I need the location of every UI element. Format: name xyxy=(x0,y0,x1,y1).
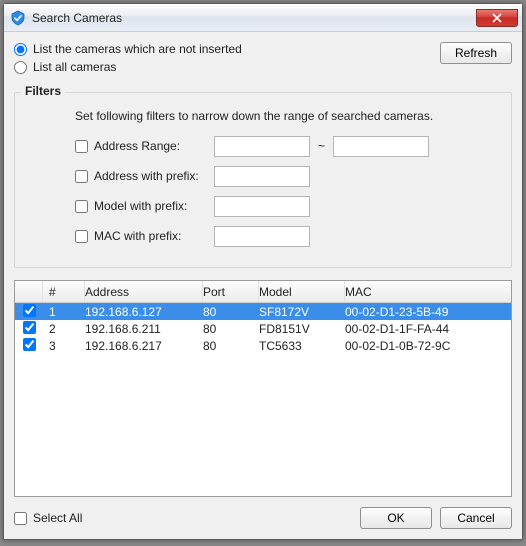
select-all-label: Select All xyxy=(33,511,82,525)
filters-description: Set following filters to narrow down the… xyxy=(75,109,499,123)
filters-title: Filters xyxy=(21,84,65,98)
ok-button[interactable]: OK xyxy=(360,507,432,529)
row-model: SF8172V xyxy=(259,305,345,319)
titlebar: Search Cameras xyxy=(4,4,522,32)
dialog-window: Search Cameras List the cameras which ar… xyxy=(3,3,523,540)
close-button[interactable] xyxy=(476,9,518,27)
row-checkbox[interactable] xyxy=(23,338,36,351)
grid-body: 1192.168.6.12780SF8172V00-02-D1-23-5B-49… xyxy=(15,303,511,496)
dialog-footer: Select All OK Cancel xyxy=(14,505,512,531)
dialog-content: List the cameras which are not inserted … xyxy=(4,32,522,539)
range-separator: ~ xyxy=(318,139,325,153)
camera-grid: # Address Port Model MAC 1192.168.6.1278… xyxy=(14,280,512,497)
app-icon xyxy=(10,10,26,26)
row-checkbox-cell xyxy=(15,304,43,320)
radio-not-inserted[interactable]: List the cameras which are not inserted xyxy=(14,42,440,56)
mac-prefix-label: MAC with prefix: xyxy=(94,229,214,243)
address-range-to-input[interactable] xyxy=(333,136,429,157)
filters-group: Filters Set following filters to narrow … xyxy=(14,92,512,268)
radio-all-input[interactable] xyxy=(14,61,27,74)
mac-prefix-input[interactable] xyxy=(214,226,310,247)
row-index: 3 xyxy=(43,339,85,353)
row-checkbox-cell xyxy=(15,338,43,354)
header-index[interactable]: # xyxy=(43,281,85,302)
header-address[interactable]: Address xyxy=(85,281,203,302)
mac-prefix-checkbox[interactable] xyxy=(75,230,88,243)
row-index: 1 xyxy=(43,305,85,319)
table-row[interactable]: 2192.168.6.21180FD8151V00-02-D1-1F-FA-44 xyxy=(15,320,511,337)
address-range-label: Address Range: xyxy=(94,139,214,153)
filter-model-prefix: Model with prefix: xyxy=(75,193,499,219)
address-prefix-checkbox[interactable] xyxy=(75,170,88,183)
header-checkbox-col xyxy=(15,281,43,302)
address-range-from-input[interactable] xyxy=(214,136,310,157)
address-prefix-label: Address with prefix: xyxy=(94,169,214,183)
row-address: 192.168.6.127 xyxy=(85,305,203,319)
radio-not-inserted-input[interactable] xyxy=(14,43,27,56)
model-prefix-checkbox[interactable] xyxy=(75,200,88,213)
model-prefix-label: Model with prefix: xyxy=(94,199,214,213)
close-icon xyxy=(492,13,502,23)
header-mac[interactable]: MAC xyxy=(345,281,511,302)
row-checkbox[interactable] xyxy=(23,321,36,334)
refresh-button[interactable]: Refresh xyxy=(440,42,512,64)
table-row[interactable]: 3192.168.6.21780TC563300-02-D1-0B-72-9C xyxy=(15,337,511,354)
filter-address-prefix: Address with prefix: xyxy=(75,163,499,189)
filter-address-range: Address Range: ~ xyxy=(75,133,499,159)
row-index: 2 xyxy=(43,322,85,336)
address-prefix-input[interactable] xyxy=(214,166,310,187)
row-port: 80 xyxy=(203,305,259,319)
row-address: 192.168.6.211 xyxy=(85,322,203,336)
grid-header: # Address Port Model MAC xyxy=(15,281,511,303)
filter-mac-prefix: MAC with prefix: xyxy=(75,223,499,249)
top-row: List the cameras which are not inserted … xyxy=(14,42,512,78)
radio-not-inserted-label: List the cameras which are not inserted xyxy=(33,42,242,56)
row-address: 192.168.6.217 xyxy=(85,339,203,353)
select-all-checkbox[interactable] xyxy=(14,512,27,525)
row-model: FD8151V xyxy=(259,322,345,336)
row-checkbox-cell xyxy=(15,321,43,337)
row-model: TC5633 xyxy=(259,339,345,353)
header-model[interactable]: Model xyxy=(259,281,345,302)
model-prefix-input[interactable] xyxy=(214,196,310,217)
radio-all[interactable]: List all cameras xyxy=(14,60,440,74)
list-mode-group: List the cameras which are not inserted … xyxy=(14,42,440,78)
row-port: 80 xyxy=(203,322,259,336)
cancel-button[interactable]: Cancel xyxy=(440,507,512,529)
row-mac: 00-02-D1-0B-72-9C xyxy=(345,339,511,353)
table-row[interactable]: 1192.168.6.12780SF8172V00-02-D1-23-5B-49 xyxy=(15,303,511,320)
row-port: 80 xyxy=(203,339,259,353)
radio-all-label: List all cameras xyxy=(33,60,116,74)
row-mac: 00-02-D1-1F-FA-44 xyxy=(345,322,511,336)
row-checkbox[interactable] xyxy=(23,304,36,317)
header-port[interactable]: Port xyxy=(203,281,259,302)
select-all[interactable]: Select All xyxy=(14,511,82,525)
window-title: Search Cameras xyxy=(32,11,476,25)
row-mac: 00-02-D1-23-5B-49 xyxy=(345,305,511,319)
address-range-checkbox[interactable] xyxy=(75,140,88,153)
